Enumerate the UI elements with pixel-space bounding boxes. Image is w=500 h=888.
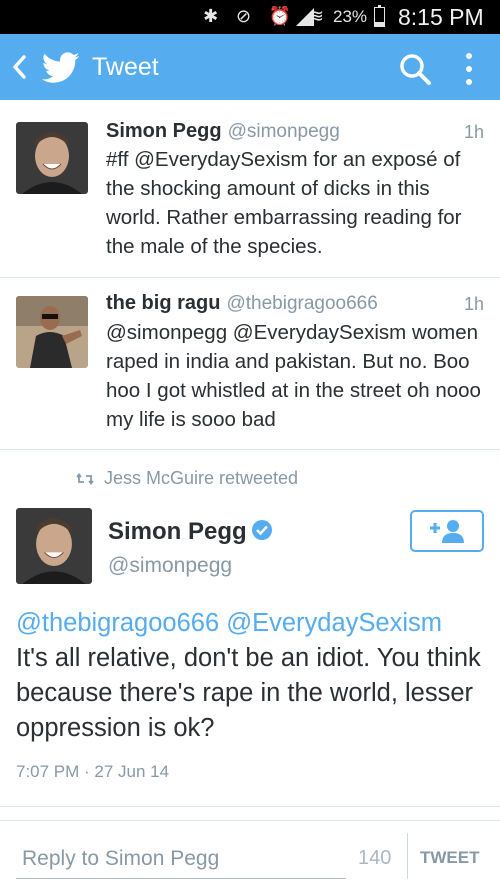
overflow-menu-icon[interactable] <box>462 50 476 86</box>
app-bar: Tweet <box>0 34 500 100</box>
twitter-bird-icon[interactable] <box>42 52 80 84</box>
author-handle: @simonpegg <box>227 121 340 142</box>
divider <box>407 833 408 879</box>
tweet-item[interactable]: Simon Pegg @simonpegg 1h #ff @EverydaySex… <box>0 100 500 278</box>
focused-author-name[interactable]: Simon Pegg <box>108 518 273 546</box>
retweet-header: Jess McGuire retweeted <box>76 468 298 489</box>
tweet-time: 1h <box>463 294 484 314</box>
author-handle: @thebigragoo666 <box>226 293 378 314</box>
add-user-icon <box>430 520 464 543</box>
signal-icon <box>296 8 314 26</box>
reply-input[interactable] <box>16 839 346 879</box>
avatar[interactable] <box>16 122 88 194</box>
follow-button[interactable] <box>410 510 484 552</box>
tweet-time: 1h <box>463 122 484 142</box>
page-title: Tweet <box>92 53 159 81</box>
tweet-item[interactable]: the big ragu @thebigragoo666 1h @simonpeg… <box>0 278 500 450</box>
tweet-author[interactable]: the big ragu @thebigragoo666 <box>106 292 378 315</box>
tweet-text: @simonpegg @EverydaySexism women raped i… <box>106 321 481 431</box>
retweet-icon <box>76 473 94 486</box>
tweet-body: It's all relative, don't be an idiot. Yo… <box>16 644 481 742</box>
status-bar: ✱ ⊘ ⏰ ≋ 23% 8:15 PM <box>0 0 500 34</box>
tweet-timestamp: 7:07 PM · 27 Jun 14 <box>16 762 170 781</box>
back-arrow-icon[interactable] <box>10 53 28 81</box>
verified-badge-icon <box>251 520 272 540</box>
reply-bar: 140 TWEET <box>0 820 500 888</box>
avatar[interactable] <box>16 296 88 368</box>
focused-author-handle: @simonpegg <box>108 554 233 577</box>
avatar[interactable] <box>16 508 92 584</box>
retweet-label: Jess McGuire retweeted <box>104 468 299 488</box>
tweet-mentions[interactable]: @thebigragoo666 @EverydaySexism <box>16 609 442 637</box>
author-name: the big ragu <box>106 292 221 314</box>
tweet-text: #ff @EverydaySexism for an exposé of the… <box>106 148 462 258</box>
divider <box>0 806 500 807</box>
character-count: 140 <box>358 847 392 869</box>
battery-icon <box>374 5 385 27</box>
tweet-button[interactable]: TWEET <box>420 843 496 873</box>
battery-percent: 23% <box>333 7 368 26</box>
tweet-author[interactable]: Simon Pegg @simonpegg <box>106 120 340 143</box>
focused-tweet-text: @thebigragoo666 @EverydaySexism It's all… <box>16 606 486 746</box>
author-name: Simon Pegg <box>108 518 247 545</box>
search-icon[interactable] <box>398 52 432 86</box>
author-name: Simon Pegg <box>106 120 222 142</box>
clock: 8:15 PM <box>398 4 484 30</box>
